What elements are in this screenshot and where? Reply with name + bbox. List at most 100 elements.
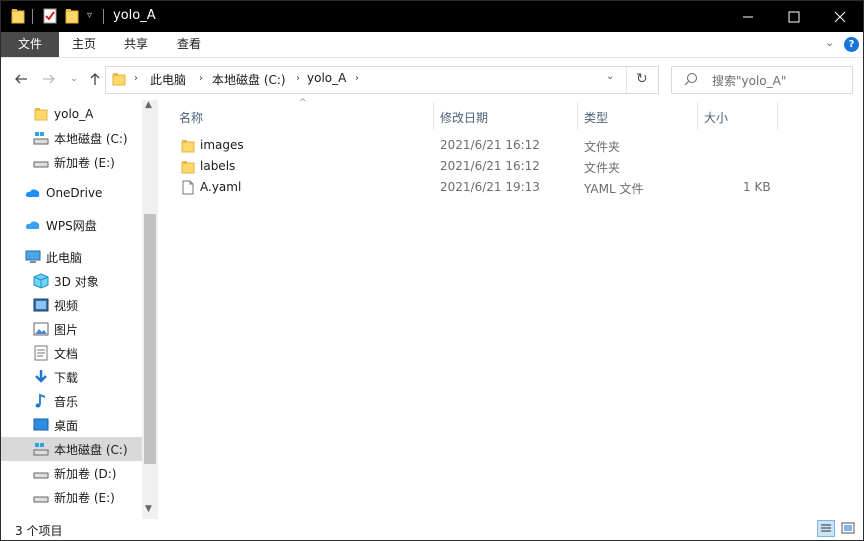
- sidebar-item-local-disk-c[interactable]: 本地磁盘 (C:): [1, 126, 142, 150]
- drive-icon: [33, 154, 49, 170]
- sidebar-item-new-volume-e[interactable]: 新加卷 (E:): [1, 150, 142, 174]
- sidebar-item-label: 文档: [54, 346, 79, 361]
- file-type: YAML 文件: [584, 182, 644, 196]
- title-bar: ▿ yolo_A: [1, 1, 863, 32]
- tab-home[interactable]: 主页: [58, 32, 110, 57]
- large-icons-view-icon: [841, 522, 855, 534]
- back-button[interactable]: [11, 69, 31, 89]
- file-icon: [182, 180, 194, 198]
- search-box[interactable]: 搜索"yolo_A": [671, 66, 853, 94]
- column-divider[interactable]: [433, 102, 434, 130]
- close-button[interactable]: [817, 1, 863, 32]
- sidebar-item-music[interactable]: 音乐: [1, 389, 142, 413]
- sidebar-item-wps-cloud[interactable]: WPS网盘: [1, 213, 142, 237]
- breadcrumb-this-pc[interactable]: 此电脑: [150, 71, 186, 88]
- sidebar-item-new-volume-e-pc[interactable]: 新加卷 (E:): [1, 485, 142, 509]
- wps-cloud-icon: [25, 217, 41, 233]
- tab-share[interactable]: 共享: [110, 32, 162, 57]
- help-icon[interactable]: ?: [844, 37, 859, 52]
- breadcrumb-arrow-icon[interactable]: ›: [355, 73, 359, 84]
- breadcrumb-arrow-icon[interactable]: ›: [134, 73, 138, 84]
- sidebar-item-3d-objects[interactable]: 3D 对象: [1, 269, 142, 293]
- address-dropdown-icon[interactable]: ⌄: [606, 71, 614, 82]
- maximize-icon: [788, 11, 800, 22]
- minimize-button[interactable]: [725, 1, 771, 32]
- file-row-labels[interactable]: labels 2021/6/21 16:12 文件夹: [173, 156, 793, 177]
- forward-arrow-icon: [43, 74, 55, 84]
- address-bar[interactable]: › 此电脑 › 本地磁盘 (C:) › yolo_A › ⌄ ↻: [105, 66, 659, 94]
- tab-view[interactable]: 查看: [163, 32, 215, 57]
- title-separator: [103, 9, 104, 24]
- file-row-images[interactable]: images 2021/6/21 16:12 文件夹: [173, 135, 793, 156]
- file-type: 文件夹: [584, 161, 621, 175]
- document-icon: [33, 345, 49, 361]
- window-title: yolo_A: [113, 8, 156, 23]
- sidebar-item-local-disk-c-pc[interactable]: 本地磁盘 (C:): [1, 437, 142, 461]
- sidebar-item-pictures[interactable]: 图片: [1, 317, 142, 341]
- desktop-icon: [33, 417, 49, 433]
- sidebar-item-label: 3D 对象: [54, 274, 99, 289]
- cube-icon: [33, 273, 49, 289]
- large-icons-view-button[interactable]: [840, 521, 856, 539]
- sidebar-item-downloads[interactable]: 下载: [1, 365, 142, 389]
- breadcrumb-arrow-icon[interactable]: ›: [199, 73, 203, 84]
- file-row-a-yaml[interactable]: A.yaml 2021/6/21 19:13 YAML 文件 1 KB: [173, 177, 793, 198]
- sidebar-item-desktop[interactable]: 桌面: [1, 413, 142, 437]
- customize-chevron-icon[interactable]: ▿: [87, 10, 92, 27]
- sort-ascending-icon: ^: [299, 98, 307, 108]
- ribbon-expand-icon[interactable]: ⌄: [825, 36, 834, 49]
- properties-icon[interactable]: [43, 8, 57, 25]
- navigation-pane: yolo_A 本地磁盘 (C:) 新加卷 (E:) OneDrive WPS网盘…: [1, 100, 158, 520]
- file-type: 文件夹: [584, 140, 621, 154]
- address-divider: [626, 67, 627, 93]
- folder-quick-icon[interactable]: [11, 8, 25, 25]
- column-divider[interactable]: [697, 102, 698, 130]
- search-placeholder: 搜索"yolo_A": [712, 74, 787, 88]
- breadcrumb-local-disk[interactable]: 本地磁盘 (C:): [212, 71, 286, 88]
- sidebar-item-label: 新加卷 (E:): [54, 490, 115, 505]
- sidebar-item-documents[interactable]: 文档: [1, 341, 142, 365]
- recent-locations-icon[interactable]: ⌄: [64, 69, 84, 89]
- folder-icon: [112, 72, 126, 89]
- sidebar-item-onedrive[interactable]: OneDrive: [1, 181, 142, 205]
- scrollbar-thumb[interactable]: [144, 214, 156, 464]
- folder-icon: [33, 106, 49, 122]
- sidebar-item-this-pc[interactable]: 此电脑: [1, 245, 142, 269]
- up-button[interactable]: [85, 69, 105, 89]
- column-header-type[interactable]: 类型: [584, 106, 608, 130]
- sidebar-item-label: OneDrive: [46, 186, 103, 200]
- new-folder-icon[interactable]: [65, 8, 79, 25]
- sidebar-item-label: 新加卷 (E:): [54, 155, 115, 170]
- item-count: 3 个项目: [15, 524, 63, 538]
- ribbon-tabs: 文件 主页 共享 查看 ⌄ ?: [1, 32, 863, 58]
- status-bar: 3 个项目: [1, 519, 863, 540]
- scroll-up-icon[interactable]: ▲: [145, 100, 152, 110]
- picture-icon: [33, 321, 49, 337]
- tab-file[interactable]: 文件: [1, 32, 59, 57]
- cloud-icon: [25, 185, 41, 201]
- sidebar-item-new-volume-d[interactable]: 新加卷 (D:): [1, 461, 142, 485]
- scroll-down-icon[interactable]: ▼: [145, 504, 152, 514]
- sidebar-scrollbar[interactable]: ▲ ▼: [142, 100, 158, 520]
- column-divider[interactable]: [777, 102, 778, 130]
- column-header-name[interactable]: 名称: [179, 106, 203, 130]
- title-separator: [32, 9, 33, 24]
- maximize-button[interactable]: [771, 1, 817, 32]
- folder-icon: [181, 139, 195, 156]
- sidebar-item-videos[interactable]: 视频: [1, 293, 142, 317]
- file-date: 2021/6/21 16:12: [440, 159, 540, 173]
- breadcrumb-arrow-icon[interactable]: ›: [296, 73, 300, 84]
- refresh-icon[interactable]: ↻: [636, 71, 648, 87]
- file-name: labels: [200, 159, 236, 173]
- details-view-button[interactable]: [817, 520, 835, 537]
- column-header-date[interactable]: 修改日期: [440, 106, 488, 130]
- forward-button[interactable]: [39, 69, 59, 89]
- search-icon: [684, 72, 698, 89]
- sidebar-item-label: 音乐: [54, 394, 79, 409]
- sidebar-item-label: 桌面: [54, 418, 79, 433]
- column-header-size[interactable]: 大小: [704, 106, 728, 130]
- column-divider[interactable]: [577, 102, 578, 130]
- sidebar-item-yolo-a[interactable]: yolo_A: [1, 102, 142, 126]
- close-icon: [834, 11, 846, 22]
- breadcrumb-yolo-a[interactable]: yolo_A: [307, 71, 346, 85]
